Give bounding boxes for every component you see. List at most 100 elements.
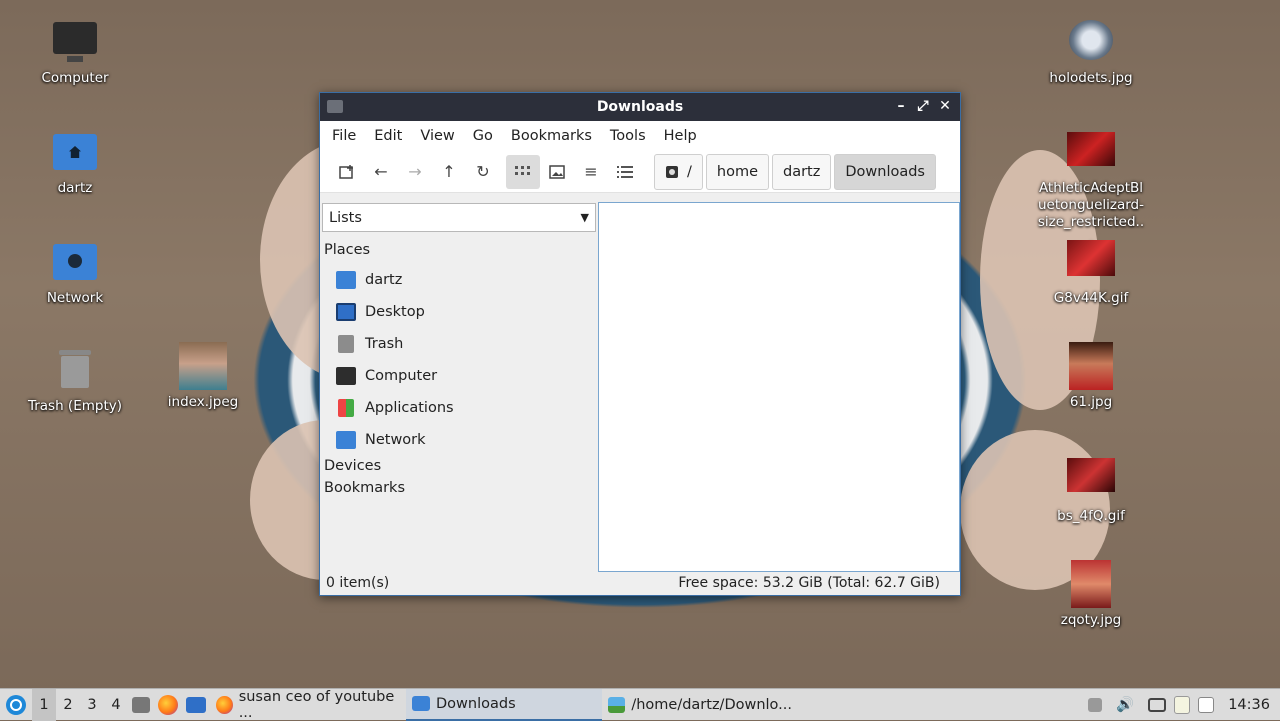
- desktop-icon-athleticadept[interactable]: AthleticAdeptBluetonguelizard-size_restr…: [1036, 128, 1146, 248]
- updates-tray-button[interactable]: [1194, 689, 1218, 721]
- reload-button[interactable]: ↻: [466, 155, 500, 189]
- breadcrumb-dartz[interactable]: dartz: [772, 153, 832, 190]
- sidebar-item-computer[interactable]: Computer: [322, 360, 596, 392]
- network-folder-icon: [336, 431, 356, 449]
- workspace-1[interactable]: 1: [32, 688, 56, 721]
- icon-view-button[interactable]: [506, 154, 540, 189]
- sidebar-item-network[interactable]: Network: [322, 424, 596, 456]
- tray-expand-button[interactable]: [1084, 689, 1106, 721]
- image-thumbnail-icon: [1067, 238, 1115, 286]
- desktop-icon: [186, 696, 206, 713]
- firefox-launcher[interactable]: [154, 689, 182, 721]
- task-firefox[interactable]: susan ceo of youtube ...: [210, 689, 406, 721]
- menu-file[interactable]: File: [323, 128, 365, 144]
- volume-button[interactable]: 🔊: [1106, 689, 1144, 721]
- devices-header[interactable]: Devices: [324, 458, 596, 474]
- desktop-icon-zqoty[interactable]: zqoty.jpg: [1036, 560, 1146, 629]
- file-list-area[interactable]: [598, 202, 960, 572]
- desktop-icon-trash[interactable]: Trash (Empty): [20, 346, 130, 415]
- menu-edit[interactable]: Edit: [365, 128, 411, 144]
- minimize-button[interactable]: –: [892, 96, 910, 116]
- arrow-left-icon: ←: [374, 162, 388, 181]
- desktop-icon-label: zqoty.jpg: [1060, 612, 1122, 628]
- file-cabinet-icon: [132, 696, 150, 713]
- file-manager-window: Downloads – ⤢ ✕ File Edit View Go Bookma…: [319, 92, 961, 596]
- menu-help[interactable]: Help: [655, 128, 706, 144]
- image-thumbnail-icon: [1067, 128, 1115, 176]
- clipboard-tray-button[interactable]: [1170, 689, 1194, 721]
- image-thumbnail-icon: [179, 342, 227, 390]
- folder-icon: [327, 100, 343, 113]
- maximize-button[interactable]: ⤢: [914, 96, 932, 116]
- task-downloads[interactable]: Downloads: [406, 688, 602, 721]
- menu-bookmarks[interactable]: Bookmarks: [502, 128, 601, 144]
- sidebar-item-applications[interactable]: Applications: [322, 392, 596, 424]
- computer-icon: [51, 18, 99, 66]
- update-notifier-icon: [1198, 696, 1215, 713]
- compact-view-button[interactable]: ≡: [574, 155, 608, 189]
- reload-icon: ↻: [476, 162, 490, 181]
- sidebar-mode-select[interactable]: Lists ▼: [322, 203, 596, 232]
- image-thumbnail-icon: [1067, 560, 1115, 608]
- back-button[interactable]: ←: [364, 155, 398, 189]
- new-tab-icon: [339, 164, 353, 179]
- image-thumbnail-icon: [1067, 342, 1115, 390]
- thumbnail-view-button[interactable]: [540, 155, 574, 189]
- up-button[interactable]: ↑: [432, 155, 466, 189]
- sidebar-item-desktop[interactable]: Desktop: [322, 296, 596, 328]
- new-tab-button[interactable]: [330, 155, 364, 189]
- applications-icon: [338, 399, 354, 417]
- desktop-icon-61[interactable]: 61.jpg: [1036, 342, 1146, 411]
- network-tray-button[interactable]: [1144, 689, 1170, 721]
- folder-icon: [412, 696, 430, 711]
- desktop-icon: [336, 303, 356, 321]
- desktop-icon-label: bs_4fQ.gif: [1057, 508, 1125, 524]
- desktop-icon-g8v44k[interactable]: G8v44K.gif: [1036, 238, 1146, 307]
- forward-button[interactable]: →: [398, 155, 432, 189]
- taskbar: 1 2 3 4 susan ceo of youtube ... Downloa…: [0, 688, 1280, 721]
- task-image-viewer[interactable]: /home/dartz/Downlo...: [602, 689, 798, 721]
- desktop-icon-computer[interactable]: Computer: [20, 18, 130, 87]
- breadcrumb-home[interactable]: home: [705, 153, 769, 190]
- workspace-2[interactable]: 2: [56, 697, 80, 713]
- menu-view[interactable]: View: [411, 128, 463, 144]
- desktop-icon-home-folder[interactable]: dartz: [20, 128, 130, 197]
- firefox-icon: [158, 694, 178, 715]
- menu-go[interactable]: Go: [464, 128, 502, 144]
- breadcrumb-downloads[interactable]: Downloads: [834, 153, 936, 190]
- desktop-icon-network[interactable]: Network: [20, 238, 130, 307]
- places-header: Places: [324, 242, 371, 258]
- workspace-4[interactable]: 4: [104, 697, 128, 713]
- desktop-icon-index-jpeg[interactable]: index.jpeg: [148, 342, 258, 411]
- desktop-icon-bs4fq[interactable]: bs_4fQ.gif: [1036, 456, 1146, 525]
- desktop-icon-label: Network: [46, 290, 104, 306]
- start-menu-button[interactable]: [0, 689, 32, 721]
- chevron-up-icon: [1088, 697, 1103, 712]
- clipboard-icon: [1174, 695, 1191, 714]
- workspace-3[interactable]: 3: [80, 697, 104, 713]
- show-desktop-button[interactable]: [182, 689, 210, 721]
- close-button[interactable]: ✕: [936, 96, 954, 116]
- network-monitor-icon: [1148, 697, 1167, 712]
- list-icon: ≡: [584, 162, 598, 181]
- desktop-icon-label: dartz: [57, 180, 93, 196]
- sidebar-item-dartz[interactable]: dartz: [322, 264, 596, 296]
- desktop-icon-holodets[interactable]: holodets.jpg: [1036, 18, 1146, 87]
- sidebar-item-trash[interactable]: Trash: [322, 328, 596, 360]
- file-manager-launcher[interactable]: [128, 689, 154, 721]
- window-title: Downloads: [596, 99, 684, 115]
- grid-view-icon: [515, 165, 530, 175]
- image-icon: [549, 164, 565, 179]
- trash-icon: [51, 346, 99, 394]
- window-titlebar[interactable]: Downloads – ⤢ ✕: [320, 93, 960, 121]
- menu-tools[interactable]: Tools: [601, 128, 655, 144]
- bookmarks-header[interactable]: Bookmarks: [324, 480, 596, 496]
- breadcrumb-root[interactable]: /: [654, 153, 703, 190]
- image-viewer-icon: [608, 696, 626, 713]
- clock[interactable]: 14:36: [1218, 689, 1280, 721]
- image-thumbnail-icon: [1067, 456, 1115, 504]
- desktop-icon-label: G8v44K.gif: [1053, 290, 1129, 306]
- desktop-icon-label: Computer: [41, 70, 109, 86]
- home-folder-icon: [51, 128, 99, 176]
- detailed-view-button[interactable]: [608, 155, 642, 189]
